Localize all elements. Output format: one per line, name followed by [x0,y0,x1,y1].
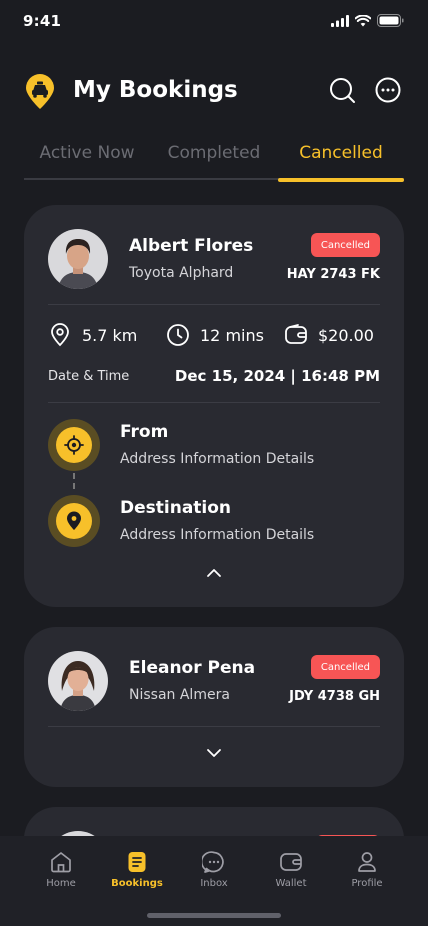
duration-metric: 12 mins [166,323,264,347]
location-pin-icon [67,511,81,530]
nav-label-bookings: Bookings [111,878,163,889]
page-title: My Bookings [73,77,238,103]
tab-active-now[interactable]: Active Now [24,143,150,163]
pickup-marker [48,419,100,471]
booking-card[interactable]: Eleanor Pena Nissan Almera Cancelled JDY… [24,627,404,787]
status-badge: Cancelled [310,655,380,679]
chevron-down-icon[interactable] [204,743,224,763]
battery-icon [377,14,404,27]
license-plate: HAY 2743 FK [286,267,380,282]
taxi-logo-icon [26,74,54,109]
tab-active-indicator [278,178,404,182]
signal-icon [331,14,349,27]
wifi-icon [355,14,371,26]
route-connector [73,473,75,489]
nav-item-inbox[interactable]: Inbox [184,850,244,889]
nav-label-home: Home [46,878,76,889]
header: My Bookings [24,72,404,112]
destination-title: Destination [120,498,232,518]
clock-icon [167,324,189,346]
wallet-icon [285,324,307,344]
tab-cancelled[interactable]: Cancelled [278,143,404,163]
nav-label-inbox: Inbox [200,878,228,889]
nav-label-profile: Profile [351,878,383,889]
bookings-icon [128,852,146,872]
price-value: $20.00 [318,325,374,345]
status-bar: 9:41 [0,0,428,44]
avatar [48,229,108,289]
driver-name: Eleanor Pena [129,658,256,678]
wallet-icon [280,853,302,871]
duration-value: 12 mins [200,325,264,345]
avatar [48,651,108,711]
divider [48,402,380,403]
inbox-icon [202,851,224,873]
driver-name: Albert Flores [129,236,254,256]
more-options-icon[interactable] [374,76,402,104]
home-indicator [147,913,281,918]
nav-item-bookings[interactable]: Bookings [107,850,167,889]
datetime-value: Dec 15, 2024 | 16:48 PM [174,367,380,385]
price-metric: $20.00 [284,323,374,347]
divider [48,304,380,305]
nav-item-home[interactable]: Home [31,850,91,889]
status-time: 9:41 [23,12,62,30]
car-model: Toyota Alphard [129,265,234,281]
destination-address: Address Information Details [120,527,315,543]
home-icon [51,852,71,873]
crosshair-icon [64,435,84,455]
destination-marker [48,495,100,547]
booking-tabs: Active Now Completed Cancelled [24,140,404,182]
license-plate: JDY 4738 GH [289,689,380,704]
profile-icon [358,852,376,872]
from-title: From [120,422,169,442]
divider [48,726,380,727]
status-icons [331,14,404,27]
car-model: Nissan Almera [129,687,230,703]
location-pin-icon [51,323,69,347]
tab-completed[interactable]: Completed [151,143,277,163]
bottom-nav: Home Bookings Inbox Wallet Profile [0,836,428,926]
distance-value: 5.7 km [82,325,138,345]
nav-item-profile[interactable]: Profile [337,850,397,889]
booking-card[interactable]: Albert Flores Toyota Alphard Cancelled H… [24,205,404,607]
status-badge: Cancelled [310,233,380,257]
chevron-up-icon[interactable] [204,563,224,583]
distance-metric: 5.7 km [48,323,137,347]
nav-item-wallet[interactable]: Wallet [261,850,321,889]
nav-label-wallet: Wallet [275,878,307,889]
search-icon[interactable] [328,76,356,104]
from-address: Address Information Details [120,451,315,467]
datetime-label: Date & Time [48,369,130,384]
